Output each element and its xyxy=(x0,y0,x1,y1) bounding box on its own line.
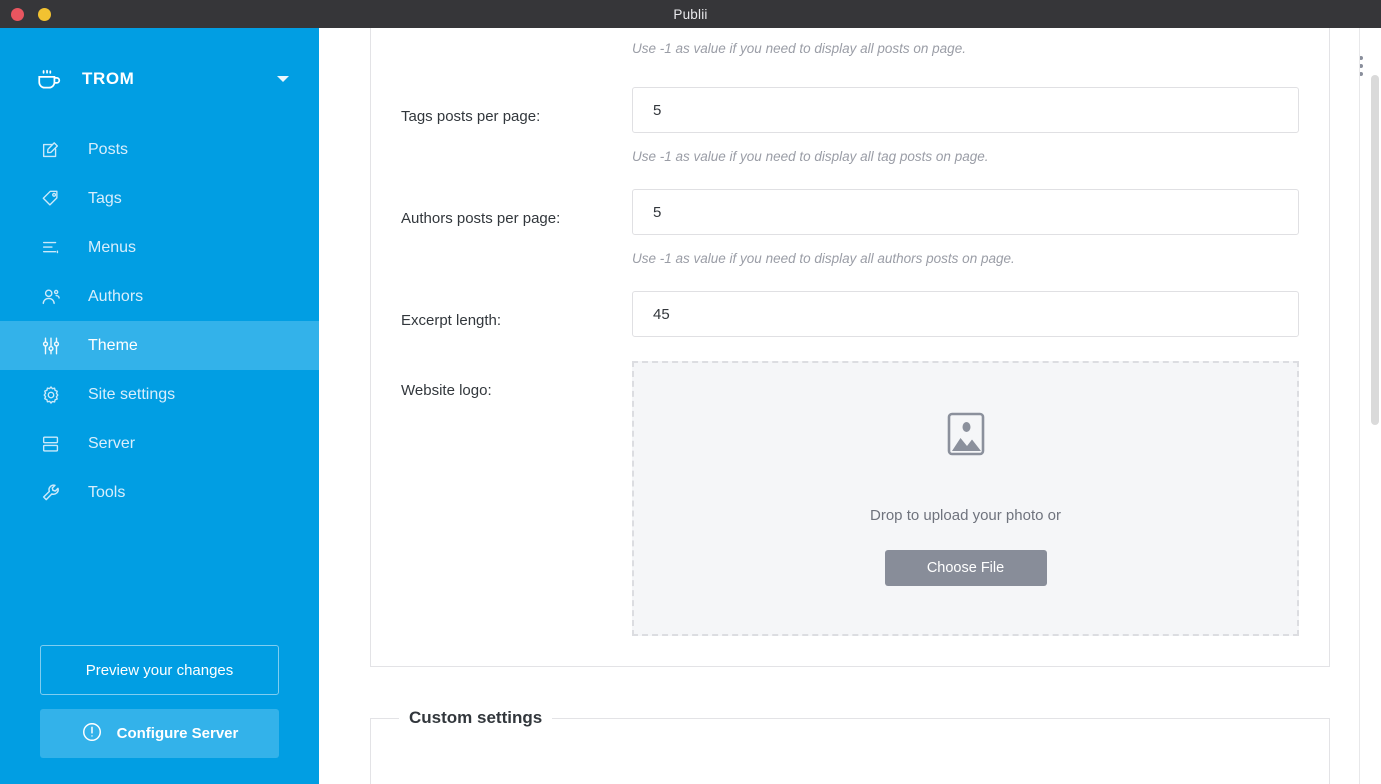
sidebar-item-label: Authors xyxy=(88,287,144,305)
excerpt-length-label: Excerpt length: xyxy=(401,312,502,329)
tags-posts-per-page-label: Tags posts per page: xyxy=(401,108,541,125)
tag-icon xyxy=(40,188,70,210)
sidebar-item-label: Menus xyxy=(88,238,137,256)
site-name: TROM xyxy=(82,69,135,88)
authors-posts-per-page-label: Authors posts per page: xyxy=(401,210,561,227)
chevron-down-icon[interactable] xyxy=(277,76,289,82)
custom-settings-card: Custom settings xyxy=(370,708,1330,784)
sidebar-item-server[interactable]: Server xyxy=(0,419,319,468)
sidebar-item-label: Tools xyxy=(88,483,126,501)
sidebar-item-posts[interactable]: Posts xyxy=(0,125,319,174)
coffee-cup-icon xyxy=(36,66,66,92)
server-icon xyxy=(40,433,70,455)
tags-posts-per-page-hint: Use -1 as value if you need to display a… xyxy=(632,149,989,164)
authors-posts-per-page-hint: Use -1 as value if you need to display a… xyxy=(632,251,1015,266)
configure-server-label: Configure Server xyxy=(116,725,239,742)
sidebar-item-menus[interactable]: Menus xyxy=(0,223,319,272)
sidebar-item-site-settings[interactable]: Site settings xyxy=(0,370,319,419)
custom-settings-legend: Custom settings xyxy=(399,708,553,728)
sidebar-item-label: Tags xyxy=(88,189,122,207)
website-logo-label: Website logo: xyxy=(401,382,492,399)
sidebar-item-label: Theme xyxy=(88,336,138,354)
edit-square-icon xyxy=(40,139,70,161)
vertical-scrollbar-thumb[interactable] xyxy=(1371,75,1379,425)
sidebar-item-authors[interactable]: Authors xyxy=(0,272,319,321)
sidebar-item-tags[interactable]: Tags xyxy=(0,174,319,223)
sidebar-item-label: Server xyxy=(88,434,136,452)
configure-server-button[interactable]: Configure Server xyxy=(40,709,279,758)
sidebar-item-tools[interactable]: Tools xyxy=(0,468,319,517)
basic-settings-card: Use -1 as value if you need to display a… xyxy=(370,28,1330,667)
tags-posts-per-page-input[interactable] xyxy=(632,87,1299,133)
sliders-icon xyxy=(40,335,70,357)
sidebar-actions: Preview your changes Configure Server xyxy=(40,645,279,758)
users-icon xyxy=(40,286,70,308)
posts-per-page-hint: Use -1 as value if you need to display a… xyxy=(632,41,966,56)
sidebar-item-label: Site settings xyxy=(88,385,176,403)
image-placeholder-icon xyxy=(935,412,997,473)
sidebar-item-label: Posts xyxy=(88,140,129,158)
gear-icon xyxy=(40,384,70,406)
choose-file-button[interactable]: Choose File xyxy=(884,549,1047,586)
vertical-scrollbar-track[interactable] xyxy=(1368,28,1381,784)
wrench-icon xyxy=(40,482,70,504)
site-switcher[interactable]: TROM xyxy=(0,55,319,103)
sidebar-nav: Posts Tags Menus Authors Theme Site sett… xyxy=(0,125,399,517)
upload-instruction-text: Drop to upload your photo or xyxy=(870,506,1061,524)
authors-posts-per-page-input[interactable] xyxy=(632,189,1299,235)
preview-changes-button[interactable]: Preview your changes xyxy=(40,645,279,695)
alert-circle-icon xyxy=(81,721,103,747)
main-content: Use -1 as value if you need to display a… xyxy=(319,28,1381,784)
sidebar: TROM Posts Tags Menus Authors Theme Site… xyxy=(0,28,399,784)
settings-scroll-area: Use -1 as value if you need to display a… xyxy=(319,28,1360,784)
window-title: Publii xyxy=(673,6,708,22)
content-right-divider xyxy=(1359,28,1360,784)
excerpt-length-input[interactable] xyxy=(632,291,1299,337)
window-titlebar: Publii xyxy=(0,0,1381,28)
logo-upload-dropzone[interactable]: Drop to upload your photo or Choose File xyxy=(632,361,1299,636)
menu-lines-icon xyxy=(40,237,70,259)
